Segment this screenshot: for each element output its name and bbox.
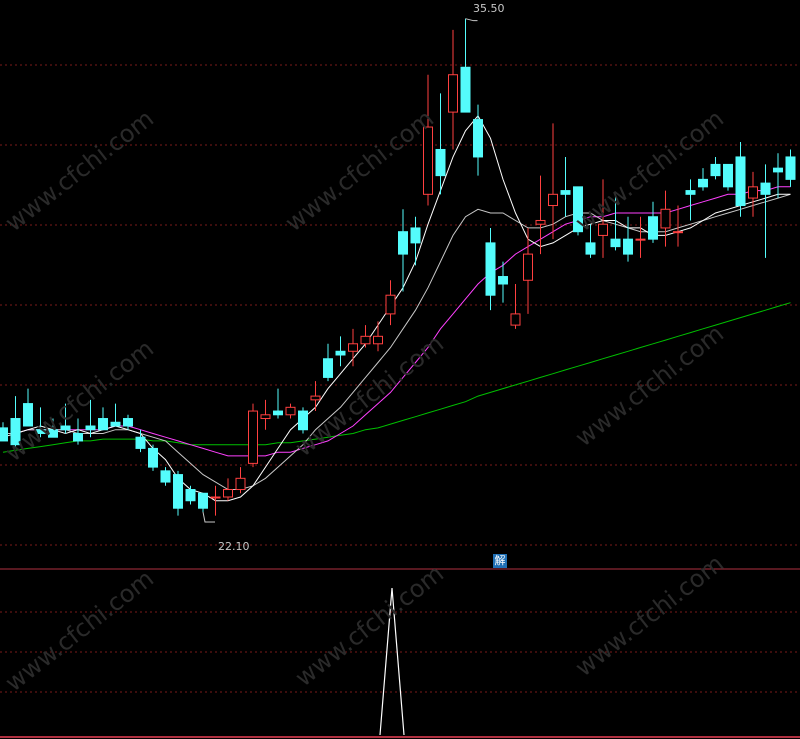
candle-body (148, 447, 158, 468)
candle-body (473, 119, 483, 158)
candle-body (535, 219, 546, 225)
candle-body (498, 276, 508, 285)
candle-body (335, 350, 346, 356)
candle-body (185, 489, 196, 502)
candle-body (685, 190, 696, 195)
candle-body (410, 227, 421, 244)
candle-body (360, 335, 371, 345)
candle-body (398, 231, 408, 255)
candle-body (660, 208, 671, 229)
candle-body (560, 190, 571, 195)
candle-body (460, 66, 471, 113)
candle-body (610, 238, 621, 248)
candle-body (785, 156, 796, 180)
candle-body (585, 242, 596, 255)
candle-body (98, 418, 108, 431)
candle-body (748, 186, 758, 199)
candle-body (698, 178, 708, 188)
candle-body (223, 489, 233, 498)
ma-mid-line (3, 193, 791, 490)
candle-body (210, 496, 221, 499)
candle-body (285, 406, 296, 416)
candle-body (123, 418, 133, 427)
candle-body (623, 238, 633, 255)
candle-body (160, 470, 171, 483)
high-marker-leader (465, 18, 478, 22)
ma-short-line (2, 114, 791, 502)
candle-body (73, 432, 83, 442)
candle-body (135, 436, 146, 449)
candle-body (85, 425, 96, 431)
candle-body (260, 414, 271, 420)
candle-body (323, 358, 333, 378)
candle-body (110, 421, 121, 427)
candle-body (760, 182, 771, 195)
candle-body (235, 477, 246, 491)
candle-body (673, 231, 683, 234)
candle-body (273, 410, 283, 416)
high-price-label: 35.50 (473, 2, 505, 15)
candle-body (348, 343, 358, 352)
candle-body (198, 492, 208, 509)
candle-body (648, 216, 658, 240)
candle-body (373, 335, 383, 345)
candle-body (173, 474, 183, 509)
candle-body (435, 148, 446, 177)
candle-body (448, 74, 458, 113)
candle-body (310, 395, 321, 401)
candle-body (523, 253, 533, 281)
candle-body (635, 238, 646, 241)
signal-badge[interactable]: 解 (493, 554, 507, 568)
candle-body (548, 193, 558, 207)
candle-body (385, 294, 396, 315)
candle-body (510, 313, 521, 326)
ma-long-line (3, 186, 791, 457)
candle-body (735, 156, 746, 207)
low-price-label: 22.10 (218, 540, 250, 553)
candle-body (248, 410, 258, 464)
candle-body (710, 163, 721, 177)
candle-body (485, 242, 496, 296)
low-marker-leader (202, 511, 215, 523)
candle-body (723, 163, 733, 188)
candle-body (773, 167, 783, 173)
